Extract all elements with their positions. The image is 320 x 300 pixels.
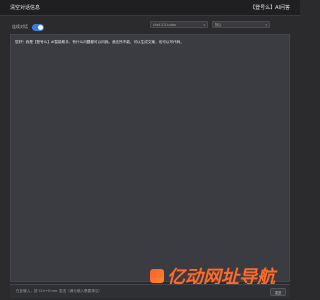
logo-icon — [150, 269, 164, 283]
assistant-message: 您好！我是【登号么】AI智能助手，有什么问题都可以问我。我无所不能，可以生成文案… — [15, 40, 184, 44]
chevron-down-icon: ▾ — [265, 22, 267, 27]
clear-chat-title[interactable]: 清空对话信息 — [10, 4, 40, 11]
input-bar: 在此输入，按 Ctrl+Enter 发送（满分输入需要清空） 发送 — [10, 284, 290, 298]
model-select-value: chat-3.5-turbo — [153, 22, 176, 27]
top-bar: 清空对话信息 【登号么】AI问答 — [0, 0, 300, 16]
toggle-label: 连续对话 — [12, 24, 28, 29]
continuous-chat-toggle[interactable] — [32, 23, 44, 31]
brand-title[interactable]: 【登号么】AI问答 — [250, 4, 290, 11]
mode-select-value: 默认 — [215, 23, 222, 27]
chevron-down-icon: ▾ — [203, 22, 205, 27]
send-button[interactable]: 发送 — [270, 288, 286, 296]
message-input[interactable]: 在此输入，按 Ctrl+Enter 发送（满分输入需要清空） — [16, 289, 102, 294]
mode-select[interactable]: 默认 ▾ — [212, 21, 270, 28]
model-select[interactable]: chat-3.5-turbo ▾ — [150, 21, 208, 28]
chat-panel: 您好！我是【登号么】AI智能助手，有什么问题都可以问我。我无所不能，可以生成文案… — [10, 34, 290, 282]
